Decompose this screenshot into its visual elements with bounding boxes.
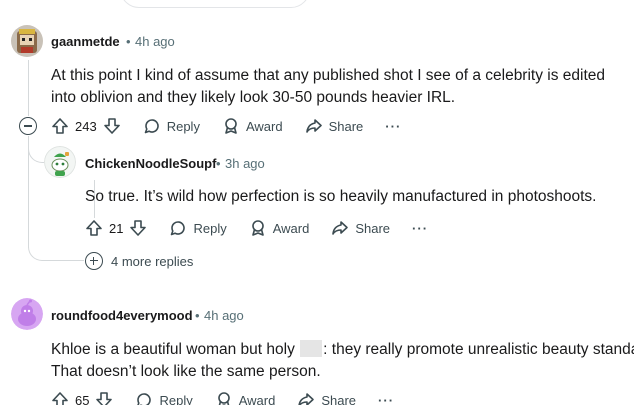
more-options-button[interactable]: ··· — [378, 393, 394, 405]
comment-bubble-icon — [137, 393, 152, 405]
reply-button[interactable]: Reply — [143, 117, 200, 135]
comment-username[interactable]: roundfood4everymood — [51, 308, 193, 323]
comment-separator: • — [126, 34, 131, 49]
downvote-icon[interactable] — [129, 219, 147, 237]
reply-button[interactable]: Reply — [135, 391, 193, 405]
award-label: Award — [245, 118, 283, 134]
vote-group: 21 — [85, 219, 147, 237]
previous-element-edge — [120, 0, 310, 8]
comment-actions: 243 Reply Award Share ··· — [51, 114, 401, 138]
more-options-button[interactable]: ··· — [385, 119, 401, 134]
reply-button[interactable]: Reply — [169, 219, 227, 237]
more-options-button[interactable]: ··· — [412, 221, 428, 236]
reply-label: Reply — [166, 118, 200, 134]
downvote-icon[interactable] — [103, 117, 121, 135]
upvote-icon[interactable] — [51, 117, 69, 135]
award-icon — [251, 220, 264, 236]
vote-group: 243 — [51, 117, 121, 135]
award-label: Award — [272, 220, 310, 236]
share-label: Share — [321, 392, 357, 405]
award-button[interactable]: Award — [222, 117, 283, 135]
plus-circle-icon — [85, 252, 103, 270]
reply-label: Reply — [193, 220, 227, 236]
comment-text-part: Khloe is a beautiful woman but holy — [51, 341, 295, 358]
comment-actions: 65 Reply Award Share ··· — [51, 388, 394, 405]
comment-body: At this point I kind of assume that any … — [51, 67, 606, 106]
comment-username[interactable]: ChickenNoodleSoupf — [85, 156, 216, 171]
avatar[interactable] — [11, 25, 43, 57]
share-icon — [305, 119, 322, 133]
share-button[interactable]: Share — [297, 391, 356, 405]
downvote-icon[interactable] — [95, 391, 113, 405]
share-icon — [298, 393, 315, 405]
vote-count: 65 — [75, 392, 90, 405]
award-button[interactable]: Award — [215, 391, 276, 405]
comment-text-part: That doesn’t look like the same person. — [51, 363, 321, 380]
more-replies-label: 4 more replies — [111, 253, 194, 269]
thread-branch — [28, 136, 44, 163]
collapse-thread-button[interactable] — [19, 117, 37, 135]
award-button[interactable]: Award — [249, 219, 310, 237]
thread-line — [28, 60, 29, 116]
avatar[interactable] — [44, 146, 76, 178]
vote-count: 21 — [109, 220, 124, 236]
upvote-icon[interactable] — [85, 219, 103, 237]
award-icon — [225, 118, 237, 134]
share-icon — [332, 221, 349, 235]
avatar[interactable] — [11, 298, 43, 330]
award-icon — [217, 392, 230, 405]
comment-separator: • — [216, 156, 221, 171]
more-replies-button[interactable]: 4 more replies — [85, 252, 193, 270]
reply-label: Reply — [159, 392, 193, 405]
comment-bubble-icon — [171, 221, 186, 236]
comment-bubble-icon — [144, 119, 159, 134]
award-label: Award — [238, 392, 276, 405]
share-label: Share — [355, 220, 391, 236]
comment-text-part: : they really promote unrealistic beauty… — [323, 341, 634, 358]
thread-branch — [28, 230, 84, 261]
vote-group: 65 — [51, 391, 113, 405]
comment-timestamp[interactable]: 3h ago — [225, 156, 265, 171]
comment-actions: 21 Reply Award Share ··· — [85, 216, 428, 240]
share-button[interactable]: Share — [305, 117, 364, 135]
share-label: Share — [328, 118, 364, 134]
vote-count: 243 — [75, 118, 97, 134]
comment-separator: • — [195, 308, 200, 323]
comment-timestamp[interactable]: 4h ago — [204, 308, 244, 323]
share-button[interactable]: Share — [331, 219, 390, 237]
comment-body: So true. It’s wild how perfection is so … — [85, 188, 597, 205]
upvote-icon[interactable] — [51, 391, 69, 405]
comment-timestamp[interactable]: 4h ago — [135, 34, 175, 49]
comment-username[interactable]: gaanmetde — [51, 34, 120, 49]
redacted-word — [300, 340, 323, 357]
comment-body: Khloe is a beautiful woman but holy : th… — [51, 339, 634, 383]
